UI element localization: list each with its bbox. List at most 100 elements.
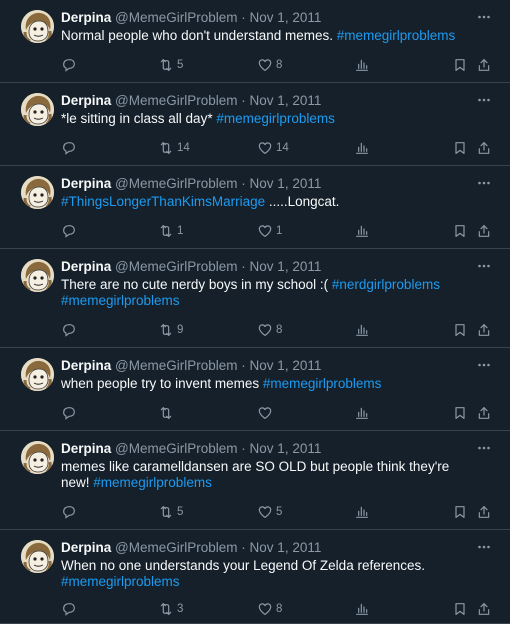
- tweet[interactable]: Derpina @MemeGirlProblem · Nov 1, 2011 #…: [0, 166, 510, 249]
- reply-button[interactable]: [61, 503, 77, 521]
- tweet-text: When no one understands your Legend Of Z…: [61, 558, 474, 590]
- avatar[interactable]: [21, 176, 54, 209]
- avatar[interactable]: [21, 93, 54, 126]
- share-button[interactable]: [476, 503, 492, 521]
- reply-button[interactable]: [61, 56, 77, 74]
- display-name[interactable]: Derpina: [61, 10, 111, 25]
- tweet[interactable]: Derpina @MemeGirlProblem · Nov 1, 2011 *…: [0, 83, 510, 166]
- share-button[interactable]: [476, 222, 492, 240]
- hashtag-link[interactable]: #memegirlproblems: [263, 376, 382, 391]
- user-handle[interactable]: @MemeGirlProblem: [115, 10, 237, 25]
- reply-icon: [61, 223, 77, 239]
- views-button[interactable]: [354, 503, 370, 521]
- retweet-button[interactable]: 3: [158, 600, 183, 618]
- avatar[interactable]: [21, 10, 54, 43]
- avatar[interactable]: [21, 259, 54, 292]
- tweet[interactable]: Derpina @MemeGirlProblem · Nov 1, 2011 T…: [0, 249, 510, 348]
- share-button[interactable]: [476, 139, 492, 157]
- avatar[interactable]: [21, 358, 54, 391]
- tweet-date[interactable]: Nov 1, 2011: [250, 176, 322, 191]
- tweet-header: Derpina @MemeGirlProblem · Nov 1, 2011: [61, 259, 470, 275]
- tweet[interactable]: Derpina @MemeGirlProblem · Nov 1, 2011 m…: [0, 431, 510, 530]
- user-handle[interactable]: @MemeGirlProblem: [115, 358, 237, 373]
- retweet-button[interactable]: [158, 404, 177, 422]
- avatar[interactable]: [21, 441, 54, 474]
- reply-icon: [61, 405, 77, 421]
- hashtag-link[interactable]: #memegirlproblems: [216, 111, 335, 126]
- views-button[interactable]: [354, 321, 370, 339]
- retweet-button[interactable]: 14: [158, 139, 190, 157]
- hashtag-link[interactable]: #memegirlproblems: [61, 574, 180, 589]
- bookmark-button[interactable]: [452, 56, 468, 74]
- bookmark-button[interactable]: [452, 222, 468, 240]
- views-button[interactable]: [354, 404, 370, 422]
- more-icon[interactable]: [476, 258, 492, 274]
- tweet-date[interactable]: Nov 1, 2011: [250, 10, 322, 25]
- tweet-date[interactable]: Nov 1, 2011: [250, 358, 322, 373]
- like-button[interactable]: 14: [257, 139, 289, 157]
- more-icon[interactable]: [476, 357, 492, 373]
- retweet-button[interactable]: 5: [158, 503, 183, 521]
- share-button[interactable]: [476, 600, 492, 618]
- user-handle[interactable]: @MemeGirlProblem: [115, 441, 237, 456]
- bookmark-button[interactable]: [452, 321, 468, 339]
- like-button[interactable]: [257, 404, 276, 422]
- display-name[interactable]: Derpina: [61, 358, 111, 373]
- reply-button[interactable]: [61, 600, 77, 618]
- share-button[interactable]: [476, 56, 492, 74]
- display-name[interactable]: Derpina: [61, 93, 111, 108]
- display-name[interactable]: Derpina: [61, 259, 111, 274]
- hashtag-link[interactable]: #nerdgirlproblems: [332, 277, 440, 292]
- hashtag-link[interactable]: #ThingsLongerThanKimsMarriage: [61, 194, 265, 209]
- like-button[interactable]: 1: [257, 222, 282, 240]
- more-icon[interactable]: [476, 175, 492, 191]
- tweet-date[interactable]: Nov 1, 2011: [250, 540, 322, 555]
- tweet[interactable]: Derpina @MemeGirlProblem · Nov 1, 2011 w…: [0, 348, 510, 431]
- avatar[interactable]: [21, 540, 54, 573]
- display-name[interactable]: Derpina: [61, 540, 111, 555]
- bookmark-button[interactable]: [452, 600, 468, 618]
- more-icon[interactable]: [476, 92, 492, 108]
- more-icon[interactable]: [476, 440, 492, 456]
- bookmark-button[interactable]: [452, 139, 468, 157]
- views-button[interactable]: [354, 600, 370, 618]
- share-button[interactable]: [476, 321, 492, 339]
- reply-button[interactable]: [61, 222, 77, 240]
- bookmark-button[interactable]: [452, 404, 468, 422]
- retweet-count: 1: [177, 225, 184, 237]
- share-button[interactable]: [476, 404, 492, 422]
- like-button[interactable]: 5: [257, 503, 282, 521]
- user-handle[interactable]: @MemeGirlProblem: [115, 176, 237, 191]
- separator-dot: ·: [241, 358, 246, 373]
- hashtag-link[interactable]: #memegirlproblems: [337, 28, 456, 43]
- tweet-text: when people try to invent memes #memegir…: [61, 376, 474, 392]
- retweet-button[interactable]: 5: [158, 56, 183, 74]
- display-name[interactable]: Derpina: [61, 441, 111, 456]
- like-button[interactable]: 8: [257, 600, 282, 618]
- bookmark-button[interactable]: [452, 503, 468, 521]
- tweet-date[interactable]: Nov 1, 2011: [250, 441, 322, 456]
- tweet[interactable]: Derpina @MemeGirlProblem · Nov 1, 2011 N…: [0, 0, 510, 83]
- like-button[interactable]: 8: [257, 321, 282, 339]
- user-handle[interactable]: @MemeGirlProblem: [115, 93, 237, 108]
- like-button[interactable]: 8: [257, 56, 282, 74]
- retweet-button[interactable]: 1: [158, 222, 183, 240]
- tweet[interactable]: Derpina @MemeGirlProblem · Nov 1, 2011 W…: [0, 530, 510, 624]
- tweet-date[interactable]: Nov 1, 2011: [250, 259, 322, 274]
- reply-button[interactable]: [61, 321, 77, 339]
- reply-button[interactable]: [61, 139, 77, 157]
- tweet-date[interactable]: Nov 1, 2011: [250, 93, 322, 108]
- hashtag-link[interactable]: #memegirlproblems: [93, 475, 212, 490]
- hashtag-link[interactable]: #memegirlproblems: [61, 293, 180, 308]
- reply-button[interactable]: [61, 404, 77, 422]
- user-handle[interactable]: @MemeGirlProblem: [115, 540, 237, 555]
- views-button[interactable]: [354, 139, 370, 157]
- display-name[interactable]: Derpina: [61, 176, 111, 191]
- retweet-button[interactable]: 9: [158, 321, 183, 339]
- more-icon[interactable]: [476, 9, 492, 25]
- retweet-count: 5: [177, 506, 184, 518]
- views-button[interactable]: [354, 56, 370, 74]
- user-handle[interactable]: @MemeGirlProblem: [115, 259, 237, 274]
- more-icon[interactable]: [476, 539, 492, 555]
- views-button[interactable]: [354, 222, 370, 240]
